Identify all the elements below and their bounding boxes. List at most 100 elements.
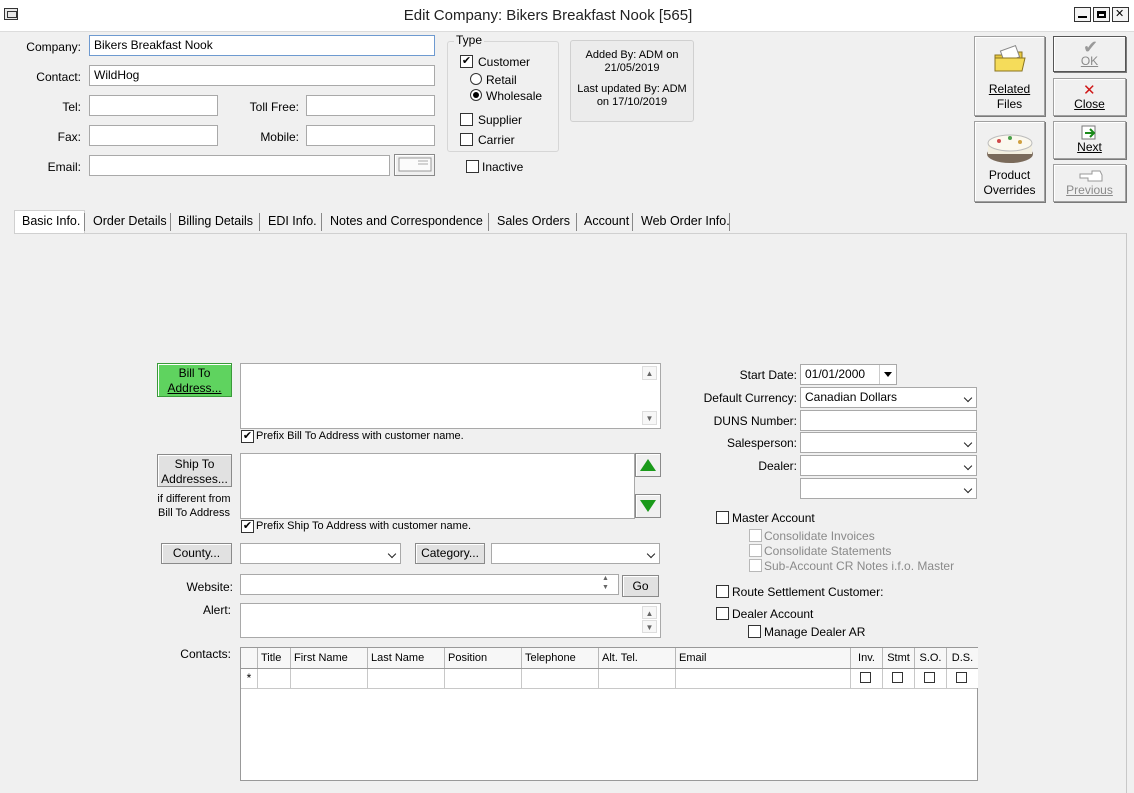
- website-field[interactable]: [240, 574, 619, 595]
- table-cell[interactable]: [522, 669, 599, 688]
- contacts-grid[interactable]: Title First Name Last Name Position Tele…: [240, 647, 978, 781]
- grid-corner: [241, 648, 258, 668]
- tollfree-field[interactable]: [306, 95, 435, 116]
- customer-checkbox[interactable]: ✔: [460, 55, 473, 68]
- company-field[interactable]: Bikers Breakfast Nook: [89, 35, 435, 56]
- col-stmt[interactable]: Stmt: [883, 648, 915, 668]
- table-cell[interactable]: [599, 669, 676, 688]
- maximize-button[interactable]: [1093, 7, 1110, 22]
- duns-label: DUNS Number:: [713, 414, 797, 428]
- tab-sales-orders[interactable]: Sales Orders: [497, 214, 570, 228]
- previous-label: Previous: [1066, 183, 1113, 197]
- carrier-checkbox[interactable]: [460, 133, 473, 146]
- tab-account[interactable]: Account: [584, 214, 629, 228]
- folder-icon: [994, 45, 1026, 72]
- minimize-button[interactable]: [1074, 7, 1091, 22]
- related-files-label-2: Files: [996, 97, 1023, 111]
- scroll-down-icon[interactable]: ▼: [642, 411, 657, 425]
- col-position[interactable]: Position: [445, 648, 522, 668]
- col-inv[interactable]: Inv.: [851, 648, 883, 668]
- col-alt-tel[interactable]: Alt. Tel.: [599, 648, 676, 668]
- col-so[interactable]: S.O.: [915, 648, 947, 668]
- close-window-button[interactable]: [1112, 7, 1129, 22]
- wholesale-radio[interactable]: [470, 89, 482, 101]
- fax-field[interactable]: [89, 125, 218, 146]
- tab-order-details[interactable]: Order Details: [93, 214, 167, 228]
- email-field[interactable]: [89, 155, 390, 176]
- scroll-up-icon[interactable]: ▲: [642, 366, 657, 380]
- inv-checkbox[interactable]: [860, 672, 871, 683]
- category-select[interactable]: [491, 543, 660, 564]
- go-button[interactable]: Go: [622, 575, 659, 597]
- col-first-name[interactable]: First Name: [291, 648, 368, 668]
- prefix-bill-checkbox[interactable]: ✔: [241, 430, 254, 443]
- next-arrow-icon: [1081, 125, 1096, 140]
- manage-dealer-ar-checkbox[interactable]: [748, 625, 761, 638]
- website-spinner-icon[interactable]: ▲ ▼: [602, 574, 609, 592]
- extra-select[interactable]: [800, 478, 977, 499]
- prefix-ship-checkbox[interactable]: ✔: [241, 520, 254, 533]
- prefix-bill-label: Prefix Bill To Address with customer nam…: [256, 430, 464, 442]
- bill-to-address-button[interactable]: Bill To Address...: [157, 363, 232, 397]
- send-email-button[interactable]: [394, 154, 435, 176]
- table-cell[interactable]: [291, 669, 368, 688]
- master-account-checkbox[interactable]: [716, 511, 729, 524]
- col-last-name[interactable]: Last Name: [368, 648, 445, 668]
- related-files-button[interactable]: Related Files: [974, 36, 1045, 116]
- next-button[interactable]: Next: [1053, 121, 1126, 159]
- ship-up-button[interactable]: [635, 453, 661, 477]
- so-checkbox[interactable]: [924, 672, 935, 683]
- close-button[interactable]: ✕ Close: [1053, 78, 1126, 116]
- ok-button[interactable]: ✔ OK: [1053, 36, 1126, 72]
- currency-select[interactable]: Canadian Dollars: [800, 387, 977, 408]
- tab-web-order-info[interactable]: Web Order Info.: [641, 214, 730, 228]
- table-cell[interactable]: [368, 669, 445, 688]
- ship-to-label-1: Ship To: [174, 457, 215, 471]
- table-cell[interactable]: [258, 669, 291, 688]
- duns-field[interactable]: [800, 410, 977, 431]
- row-divider: [241, 688, 977, 689]
- col-title[interactable]: Title: [258, 648, 291, 668]
- ship-to-address-box[interactable]: [240, 453, 635, 519]
- green-down-arrow-icon: [640, 500, 656, 512]
- col-email[interactable]: Email: [676, 648, 851, 668]
- date-dropdown-button[interactable]: [879, 365, 896, 384]
- salesperson-select[interactable]: [800, 432, 977, 453]
- tel-label: Tel:: [62, 100, 81, 114]
- dealer-account-checkbox[interactable]: [716, 607, 729, 620]
- county-select[interactable]: [240, 543, 401, 564]
- route-settlement-checkbox[interactable]: [716, 585, 729, 598]
- category-button[interactable]: Category...: [415, 543, 485, 564]
- table-cell[interactable]: [676, 669, 851, 688]
- supplier-checkbox[interactable]: [460, 113, 473, 126]
- dealer-select[interactable]: [800, 455, 977, 476]
- alert-field[interactable]: [240, 603, 661, 638]
- col-ds[interactable]: D.S.: [947, 648, 978, 668]
- tab-notes-correspondence[interactable]: Notes and Correspondence: [330, 214, 483, 228]
- product-overrides-button[interactable]: Product Overrides: [974, 121, 1045, 202]
- tel-field[interactable]: [89, 95, 218, 116]
- subaccount-cr-checkbox[interactable]: [749, 559, 762, 572]
- col-telephone[interactable]: Telephone: [522, 648, 599, 668]
- tab-edi-info[interactable]: EDI Info.: [268, 214, 317, 228]
- ship-to-addresses-button[interactable]: Ship To Addresses...: [157, 454, 232, 487]
- previous-button[interactable]: Previous: [1053, 164, 1126, 202]
- table-cell[interactable]: [445, 669, 522, 688]
- alert-scroll-down-icon[interactable]: ▼: [642, 620, 657, 633]
- alert-scroll-up-icon[interactable]: ▲: [642, 606, 657, 619]
- ship-down-button[interactable]: [635, 494, 661, 518]
- dropdown-arrow-icon: [884, 372, 892, 377]
- mobile-field[interactable]: [306, 125, 435, 146]
- contact-field[interactable]: WildHog: [89, 65, 435, 86]
- retail-radio[interactable]: [470, 73, 482, 85]
- consolidate-invoices-checkbox[interactable]: [749, 529, 762, 542]
- ds-checkbox[interactable]: [956, 672, 967, 683]
- county-button[interactable]: County...: [161, 543, 232, 564]
- consolidate-statements-checkbox[interactable]: [749, 544, 762, 557]
- bill-to-address-box[interactable]: [240, 363, 661, 429]
- tab-billing-details[interactable]: Billing Details: [178, 214, 253, 228]
- alert-label: Alert:: [202, 603, 231, 617]
- inactive-checkbox[interactable]: [466, 160, 479, 173]
- stmt-checkbox[interactable]: [892, 672, 903, 683]
- tab-basic-info[interactable]: Basic Info.: [22, 214, 80, 228]
